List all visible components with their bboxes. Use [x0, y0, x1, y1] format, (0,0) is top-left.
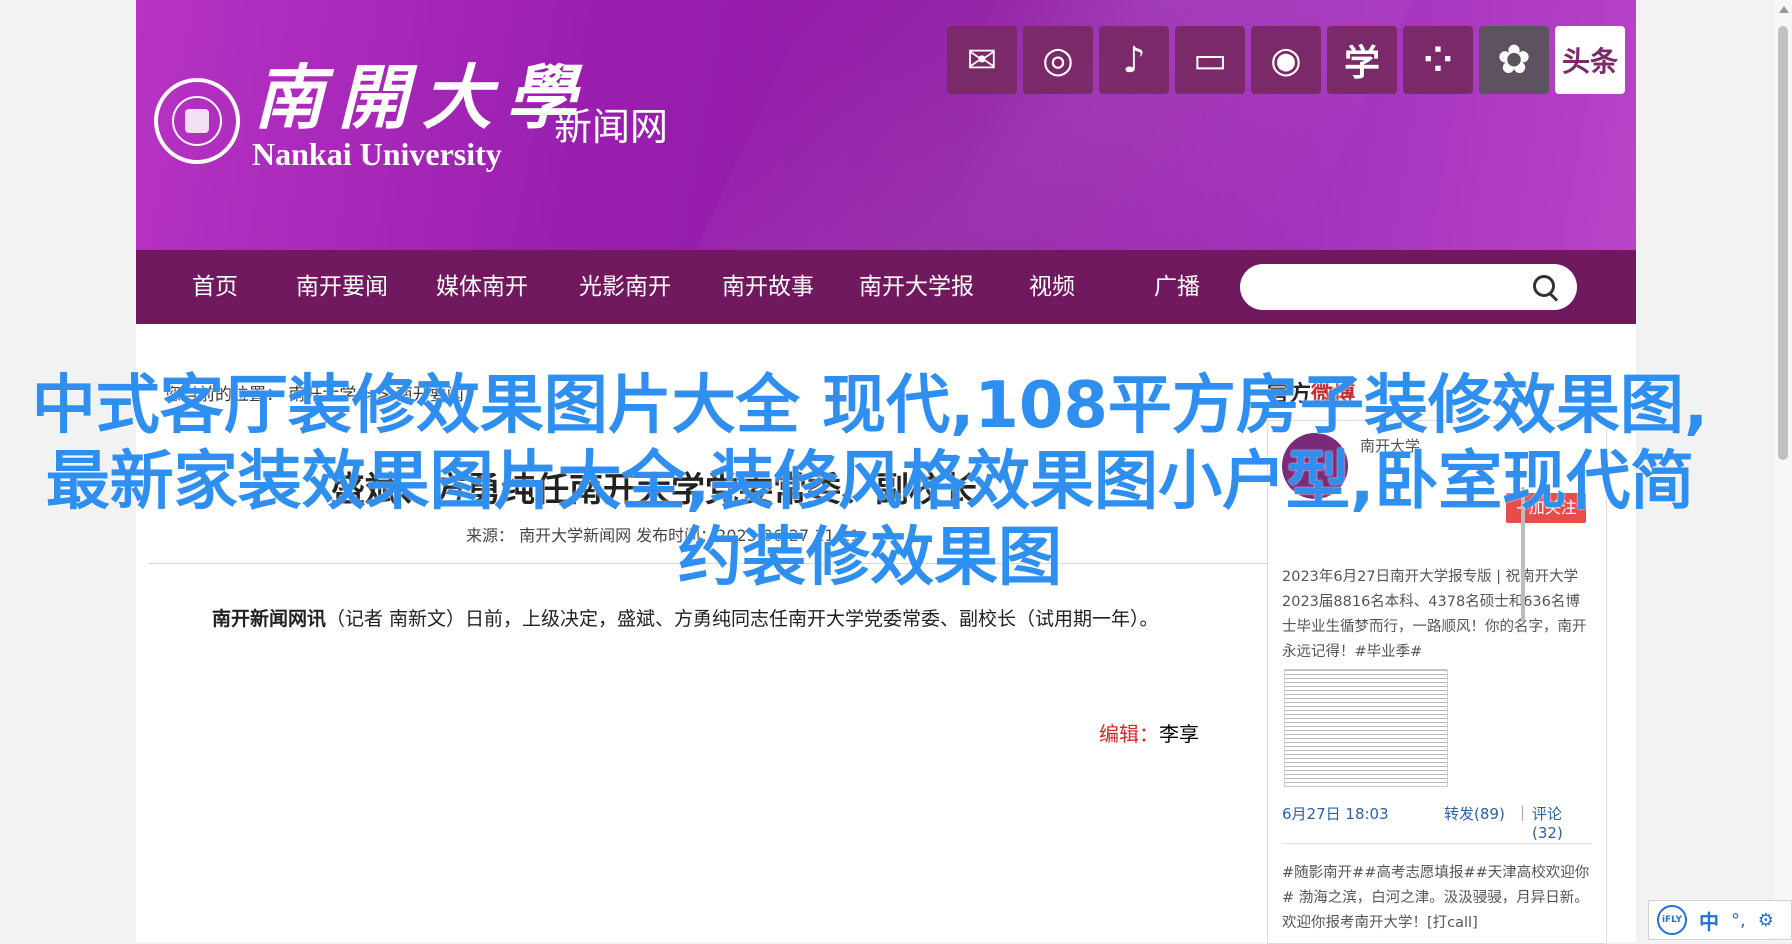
meta-separator: |	[1520, 803, 1526, 821]
dots-icon[interactable]: ⁘	[1403, 26, 1473, 94]
nav-item-news[interactable]: 南开要闻	[296, 250, 388, 324]
main-nav: 首页 南开要闻 媒体南开 光影南开 南开故事 南开大学报 视频 广播	[136, 250, 1636, 324]
search-icon[interactable]	[1533, 275, 1555, 297]
tiktok-icon[interactable]: ♪	[1099, 26, 1169, 94]
ifly-punctuation-icon[interactable]: °,	[1731, 910, 1746, 931]
weibo-icon[interactable]: ◎	[1023, 26, 1093, 94]
repost-link[interactable]: 转发(89)	[1444, 803, 1505, 824]
kuaishou-icon[interactable]: ◉	[1251, 26, 1321, 94]
xuexi-icon[interactable]: 学	[1327, 26, 1397, 94]
comments-link[interactable]: 评论(32)	[1532, 803, 1592, 842]
flower-icon[interactable]: ✿	[1479, 26, 1549, 94]
weibo-post-image[interactable]	[1284, 669, 1448, 787]
nav-item-media[interactable]: 媒体南开	[436, 250, 528, 324]
nav-item-video[interactable]: 视频	[1029, 250, 1075, 324]
nav-item-newspaper[interactable]: 南开大学报	[859, 250, 974, 324]
editor-name: 李享	[1159, 722, 1199, 746]
toutiao-icon[interactable]: 头条	[1555, 26, 1625, 94]
site-name: 新闻网	[554, 105, 669, 149]
post-date[interactable]: 6月27日 18:03	[1282, 803, 1389, 824]
article-lead: 南开新闻网讯	[212, 608, 327, 630]
search-input[interactable]	[1258, 272, 1522, 304]
nav-item-radio[interactable]: 广播	[1154, 250, 1200, 324]
bilibili-icon[interactable]: ▭	[1175, 26, 1245, 94]
ifly-input-toolbar: iFLY 中 °, ⚙	[1648, 900, 1792, 940]
editor-label: 编辑：	[1099, 722, 1159, 746]
search-box	[1240, 264, 1577, 310]
editor-line: 编辑：李享	[1099, 718, 1199, 747]
ifly-settings-icon[interactable]: ⚙	[1758, 910, 1774, 931]
divider	[1282, 843, 1592, 844]
nav-item-stories[interactable]: 南开故事	[722, 250, 814, 324]
chinese-logo-text[interactable]: 南開大學	[254, 42, 590, 143]
site-banner: 南開大學 Nankai University 新闻网 ✉ ◎ ♪ ▭ ◉ 学 ⁘…	[136, 0, 1636, 250]
social-links: ✉ ◎ ♪ ▭ ◉ 学 ⁘ ✿ 头条	[947, 26, 1625, 94]
university-seal-icon	[154, 78, 240, 164]
wechat-icon[interactable]: ✉	[947, 26, 1017, 94]
english-logo-text[interactable]: Nankai University	[252, 136, 502, 173]
weibo-post-text-2: #随影南开##高考志愿填报##天津高校欢迎你# 渤海之滨，白河之津。汲汲骎骎，月…	[1282, 865, 1590, 931]
ifly-logo-icon[interactable]: iFLY	[1657, 905, 1687, 935]
article-text: （记者 南新文）日前，上级决定，盛斌、方勇纯同志任南开大学党委常委、副校长（试用…	[326, 608, 1159, 630]
overlay-headline: 中式客厅装修效果图片大全 现代,108平方房子装修效果图,最新家装效果图片大全,…	[31, 369, 1709, 595]
scroll-up-icon[interactable]	[1779, 6, 1789, 13]
ifly-language-toggle[interactable]: 中	[1699, 906, 1719, 935]
scrollbar-thumb[interactable]	[1778, 26, 1788, 460]
nav-item-photos[interactable]: 光影南开	[579, 250, 671, 324]
nav-item-home[interactable]: 首页	[192, 250, 238, 324]
article-body: 南开新闻网讯（记者 南新文）日前，上级决定，盛斌、方勇纯同志任南开大学党委常委、…	[212, 604, 1159, 631]
